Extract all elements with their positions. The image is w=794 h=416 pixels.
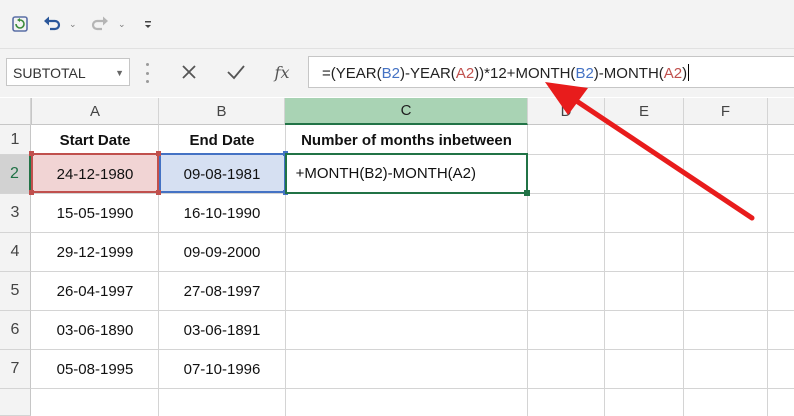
cell-a2[interactable]: 24-12-1980 — [31, 155, 159, 193]
column-header[interactable]: E — [605, 98, 684, 125]
chevron-down-icon[interactable]: ▼ — [115, 68, 124, 78]
redo-dropdown-icon[interactable]: ⌄ — [118, 19, 126, 30]
formula-segment: ))*12+MONTH( — [474, 65, 576, 82]
cell-a3[interactable]: 15-05-1990 — [31, 194, 159, 233]
fx-label: fx — [274, 62, 290, 82]
active-cell-text: +MONTH(B2)-MONTH(A2) — [295, 165, 476, 182]
column-header[interactable]: A — [31, 98, 159, 125]
cancel-button[interactable] — [172, 58, 206, 86]
row-header[interactable]: 4 — [0, 233, 31, 272]
customize-icon[interactable] — [140, 14, 156, 34]
column-header-selected[interactable]: C — [285, 98, 528, 125]
cell-b6[interactable]: 03-06-1891 — [159, 311, 285, 350]
formula-segment: =(YEAR( — [322, 65, 382, 82]
row-header[interactable] — [0, 389, 31, 416]
formula-text: =(YEAR(B2)-YEAR(A2))*12+MONTH(B2)-MONTH(… — [322, 64, 690, 82]
cell-a5[interactable]: 26-04-1997 — [31, 272, 159, 311]
header-cell-end-date[interactable]: End Date — [159, 125, 285, 155]
check-icon — [227, 65, 245, 80]
header-cell-start-date[interactable]: Start Date — [31, 125, 159, 155]
fill-handle[interactable] — [524, 190, 530, 196]
cell-b7[interactable]: 07-10-1996 — [159, 350, 285, 389]
column-header[interactable] — [768, 98, 794, 125]
formula-segment: ) — [682, 65, 688, 82]
column-header[interactable]: D — [528, 98, 605, 125]
name-box[interactable]: SUBTOTAL ▼ — [6, 58, 130, 86]
save-icon[interactable] — [8, 12, 32, 36]
formula-segment: )-MONTH( — [593, 65, 664, 82]
column-header[interactable]: F — [684, 98, 768, 125]
cell-b4[interactable]: 09-09-2000 — [159, 233, 285, 272]
row-header[interactable]: 7 — [0, 350, 31, 389]
select-all-corner[interactable] — [0, 98, 31, 125]
cell-b5[interactable]: 27-08-1997 — [159, 272, 285, 311]
cell-a4[interactable]: 29-12-1999 — [31, 233, 159, 272]
formula-segment: )-YEAR( — [399, 65, 456, 82]
cell-a7[interactable]: 05-08-1995 — [31, 350, 159, 389]
column-header[interactable]: B — [159, 98, 285, 125]
name-box-value: SUBTOTAL — [13, 65, 86, 81]
row-header[interactable]: 1 — [0, 125, 31, 155]
row-header-selected[interactable]: 2 — [0, 155, 31, 194]
redo-icon[interactable] — [88, 12, 112, 36]
undo-icon[interactable] — [40, 12, 64, 36]
formula-ref-b2: B2 — [575, 65, 594, 82]
formula-ref-a2: A2 — [663, 65, 683, 82]
text-cursor — [688, 64, 690, 81]
cell-b3[interactable]: 16-10-1990 — [159, 194, 285, 233]
active-cell-c2[interactable]: +MONTH(B2)-MONTH(A2) — [285, 153, 528, 194]
insert-function-button[interactable]: fx — [265, 58, 299, 86]
undo-dropdown-icon[interactable]: ⌄ — [69, 19, 77, 30]
cell-b2[interactable]: 09-08-1981 — [159, 155, 285, 193]
formula-ref-b2: B2 — [381, 65, 400, 82]
drag-handle-icon[interactable] — [146, 63, 149, 83]
row-header[interactable]: 6 — [0, 311, 31, 350]
row-header[interactable]: 5 — [0, 272, 31, 311]
enter-button[interactable] — [219, 58, 253, 86]
row-header[interactable]: 3 — [0, 194, 31, 233]
quick-access-toolbar: ⌄ ⌄ — [0, 0, 794, 49]
close-icon — [182, 65, 196, 79]
formula-ref-a2: A2 — [455, 65, 475, 82]
formula-input[interactable]: =(YEAR(B2)-YEAR(A2))*12+MONTH(B2)-MONTH(… — [308, 56, 794, 88]
header-cell-months[interactable]: Number of months inbetween — [285, 125, 528, 155]
cell-a6[interactable]: 03-06-1890 — [31, 311, 159, 350]
